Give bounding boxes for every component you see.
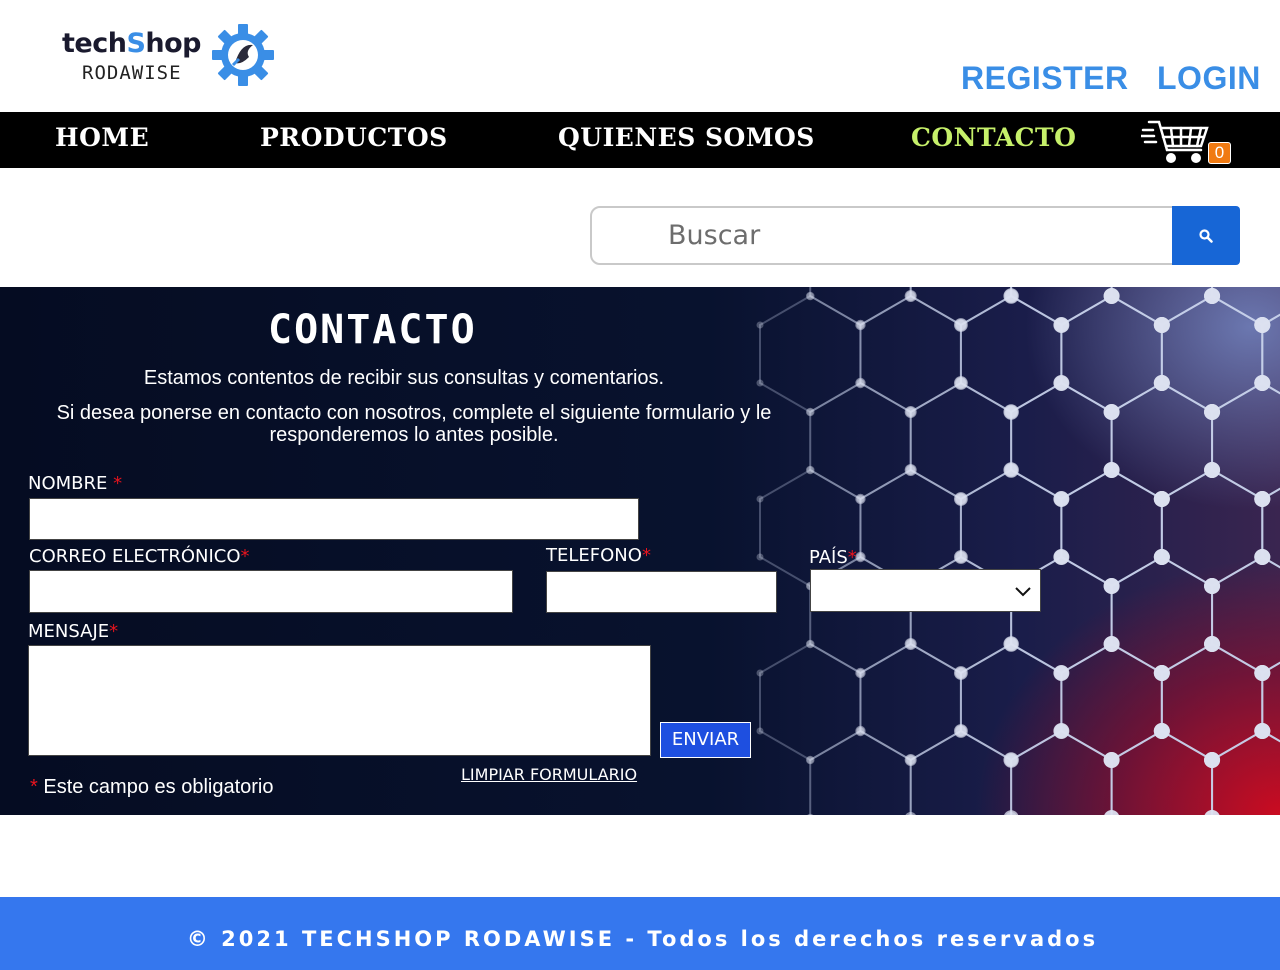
pais-select[interactable] <box>810 569 1041 612</box>
contact-title: CONTACTO <box>268 307 477 353</box>
cart-button[interactable]: 0 <box>1139 118 1233 166</box>
required-note: * Este campo es obligatorio <box>30 776 274 798</box>
correo-label: CORREO ELECTRÓNICO* <box>29 546 250 567</box>
mensaje-label: MENSAJE* <box>28 621 119 642</box>
telefono-label: TELEFONO* <box>546 545 651 566</box>
footer-copyright: © 2021 TECHSHOP RODAWISE - Todos los der… <box>186 927 1099 951</box>
search-icon <box>1199 228 1213 243</box>
cart-count-badge: 0 <box>1208 142 1231 164</box>
site-footer: © 2021 TECHSHOP RODAWISE - Todos los der… <box>0 897 1280 970</box>
gear-icon <box>212 24 274 86</box>
contact-intro-line2: Si desea ponerse en contacto con nosotro… <box>56 402 772 446</box>
email-field[interactable] <box>29 570 513 613</box>
search-input[interactable] <box>590 206 1174 265</box>
register-link[interactable]: REGISTER <box>961 60 1129 97</box>
login-link[interactable]: LOGIN <box>1157 60 1261 97</box>
contact-intro-line1: Estamos contentos de recibir sus consult… <box>143 367 665 389</box>
chevron-down-icon <box>1015 587 1031 597</box>
shopping-cart-icon <box>1139 120 1209 163</box>
nav-item-quienes-somos[interactable]: QUIENES SOMOS <box>558 123 815 152</box>
telefono-field[interactable] <box>546 571 777 613</box>
nombre-label: NOMBRE * <box>28 473 123 494</box>
site-header: techShop RODAWISE REGISTER LOGIN <box>0 0 1280 112</box>
enviar-button[interactable]: ENVIAR <box>660 722 751 758</box>
nav-item-contacto[interactable]: CONTACTO <box>911 123 1076 152</box>
nombre-field[interactable] <box>29 498 639 540</box>
search-bar <box>590 206 1240 265</box>
brand-logo-subtitle: RODAWISE <box>82 62 182 84</box>
nav-item-home[interactable]: HOME <box>55 123 149 152</box>
nav-item-productos[interactable]: PRODUCTOS <box>260 123 448 152</box>
pais-label: PAÍS* <box>809 547 857 568</box>
brand-logo[interactable]: techShop RODAWISE <box>62 24 277 86</box>
search-button[interactable] <box>1172 206 1240 265</box>
mensaje-textarea[interactable] <box>28 645 651 756</box>
main-nav: HOME PRODUCTOS QUIENES SOMOS CONTACTO 0 <box>0 112 1280 168</box>
brand-logo-wordmark: techShop <box>62 28 202 59</box>
contact-section: CONTACTO Estamos contentos de recibir su… <box>0 287 1280 815</box>
limpiar-formulario-link[interactable]: LIMPIAR FORMULARIO <box>461 765 637 784</box>
